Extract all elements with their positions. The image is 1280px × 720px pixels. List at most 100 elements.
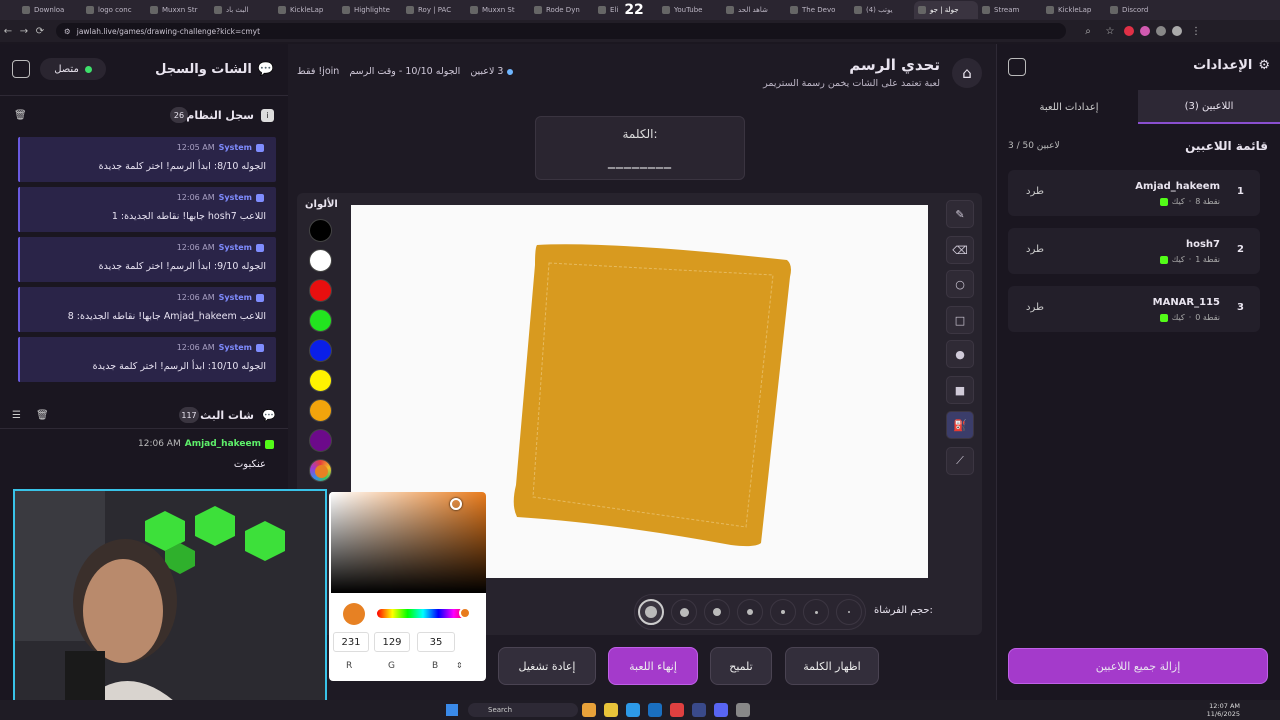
taskbar-app-icon[interactable]: [582, 703, 596, 717]
green-input[interactable]: 129: [374, 632, 410, 652]
browser-tab[interactable]: KickleLap: [274, 1, 338, 19]
red-input[interactable]: 231: [333, 632, 369, 652]
brush-size-option[interactable]: [638, 599, 664, 625]
player-platform: كيك: [1171, 197, 1185, 206]
browser-tab[interactable]: البث باد: [210, 1, 274, 19]
search-box[interactable]: Search: [468, 703, 578, 717]
tab-label: البث باد: [226, 6, 249, 14]
format-toggle-icon[interactable]: ⇕: [456, 661, 463, 670]
zoom-icon[interactable]: ⌕: [1080, 23, 1096, 39]
system-log-message: 12:05 AM System الجوله 8/10: ابدأ الرسم! ا…: [18, 137, 276, 182]
extension-icon[interactable]: [1140, 26, 1150, 36]
folder-icon[interactable]: [604, 703, 618, 717]
profile-icon[interactable]: [1172, 26, 1182, 36]
system-log-message: 12:06 AM System الجوله 10/10: ابدأ الرسم! …: [18, 337, 276, 382]
blue-input[interactable]: 35: [417, 632, 455, 652]
color-swatch[interactable]: [309, 429, 332, 452]
browser-tab[interactable]: (4) يوتب: [850, 1, 914, 19]
browser-tab[interactable]: Eli 22: [594, 1, 658, 19]
hue-slider[interactable]: [377, 609, 469, 618]
trash-icon[interactable]: 🗑: [14, 110, 27, 121]
show-word-button[interactable]: اظهار الكلمة: [785, 647, 879, 685]
bookmark-icon[interactable]: ☆: [1102, 23, 1118, 39]
site-info-icon[interactable]: ⚙: [64, 27, 71, 36]
game-title: تحدي الرسم: [849, 56, 940, 74]
tab-players[interactable]: اللاعبين (3): [1138, 90, 1280, 124]
trash-icon[interactable]: 🗑: [36, 410, 49, 421]
brush-size-option[interactable]: [836, 599, 862, 625]
saturation-handle[interactable]: [450, 498, 462, 510]
steam-icon[interactable]: [692, 703, 706, 717]
hint-button[interactable]: تلميح: [710, 647, 772, 685]
outlook-icon[interactable]: [648, 703, 662, 717]
brush-size-option[interactable]: [704, 599, 730, 625]
reload-icon[interactable]: ⟳: [32, 23, 48, 39]
color-swatch[interactable]: [309, 249, 332, 272]
browser-tab[interactable]: The Devo: [786, 1, 850, 19]
browser-tab[interactable]: Muxxn Str: [146, 1, 210, 19]
brush-size-option[interactable]: [770, 599, 796, 625]
list-icon[interactable]: ☰: [12, 410, 21, 421]
obs-icon[interactable]: [736, 703, 750, 717]
rectangle-fill-tool[interactable]: ■: [946, 376, 974, 404]
home-button[interactable]: ⌂: [952, 58, 982, 88]
brush-size-option[interactable]: [737, 599, 763, 625]
menu-icon[interactable]: ⋮: [1188, 23, 1204, 39]
remove-all-players-button[interactable]: إزالة جميع اللاعبين: [1008, 648, 1268, 684]
pen-tool[interactable]: ✎: [946, 200, 974, 228]
circle-outline-tool[interactable]: ○: [946, 270, 974, 298]
browser-tab[interactable]: Roy | PAC: [402, 1, 466, 19]
browser-tab[interactable]: Downloa: [18, 1, 82, 19]
kick-icon: [265, 439, 274, 449]
kick-player-button[interactable]: طرد: [1026, 302, 1044, 313]
hue-handle[interactable]: [459, 607, 471, 619]
connection-status-badge: متصل: [40, 58, 106, 80]
collapse-panel-icon[interactable]: [1008, 58, 1026, 76]
color-swatch[interactable]: [309, 219, 332, 242]
brush-size-option[interactable]: [803, 599, 829, 625]
tab-label: Muxxn St: [482, 6, 515, 14]
circle-fill-tool[interactable]: ●: [946, 340, 974, 368]
chrome-icon[interactable]: [670, 703, 684, 717]
fill-bucket-tool[interactable]: ⛽: [946, 411, 974, 439]
restart-button[interactable]: إعادة تشغيل: [498, 647, 596, 685]
start-icon[interactable]: [446, 704, 458, 716]
kick-player-button[interactable]: طرد: [1026, 186, 1044, 197]
browser-tab[interactable]: YouTube: [658, 1, 722, 19]
extension-icon[interactable]: [1124, 26, 1134, 36]
color-swatch[interactable]: [309, 279, 332, 302]
browser-tab[interactable]: Rode Dyn: [530, 1, 594, 19]
kick-player-button[interactable]: طرد: [1026, 244, 1044, 255]
tab-game-settings[interactable]: إعدادات اللعبة: [1000, 90, 1138, 124]
browser-tab[interactable]: جولة | جو: [914, 1, 978, 19]
custom-color-swatch[interactable]: [309, 459, 332, 482]
extension-icon[interactable]: [1156, 26, 1166, 36]
brush-dot: [747, 609, 753, 615]
browser-tab[interactable]: شاهد الحد: [722, 1, 786, 19]
url-input[interactable]: ⚙ jawlah.live/games/drawing-challenge?ki…: [56, 23, 1066, 39]
color-swatch[interactable]: [309, 369, 332, 392]
chat-message: 12:06 AM Amjad_hakeem عنكبوت: [24, 439, 274, 479]
forward-icon[interactable]: →: [16, 23, 32, 39]
end-game-button[interactable]: إنهاء اللعبة: [608, 647, 698, 685]
discord-icon[interactable]: [714, 703, 728, 717]
eraser-tool[interactable]: ⌫: [946, 236, 974, 264]
edge-icon[interactable]: [626, 703, 640, 717]
browser-tab[interactable]: logo conc: [82, 1, 146, 19]
color-swatch[interactable]: [309, 339, 332, 362]
browser-tab[interactable]: Highlighte: [338, 1, 402, 19]
back-icon[interactable]: ←: [0, 23, 16, 39]
browser-tab[interactable]: KickleLap: [1042, 1, 1106, 19]
brush-size-option[interactable]: [671, 599, 697, 625]
system-icon: [256, 343, 264, 352]
browser-tab[interactable]: Stream: [978, 1, 1042, 19]
url-text: jawlah.live/games/drawing-challenge?kick…: [76, 26, 261, 36]
saturation-area[interactable]: [331, 492, 486, 593]
collapse-panel-icon[interactable]: [12, 60, 30, 78]
line-tool[interactable]: ⟋: [946, 447, 974, 475]
browser-tab[interactable]: Discord: [1106, 1, 1170, 19]
color-swatch[interactable]: [309, 309, 332, 332]
color-swatch[interactable]: [309, 399, 332, 422]
browser-tab[interactable]: Muxxn St: [466, 1, 530, 19]
rectangle-outline-tool[interactable]: □: [946, 306, 974, 334]
